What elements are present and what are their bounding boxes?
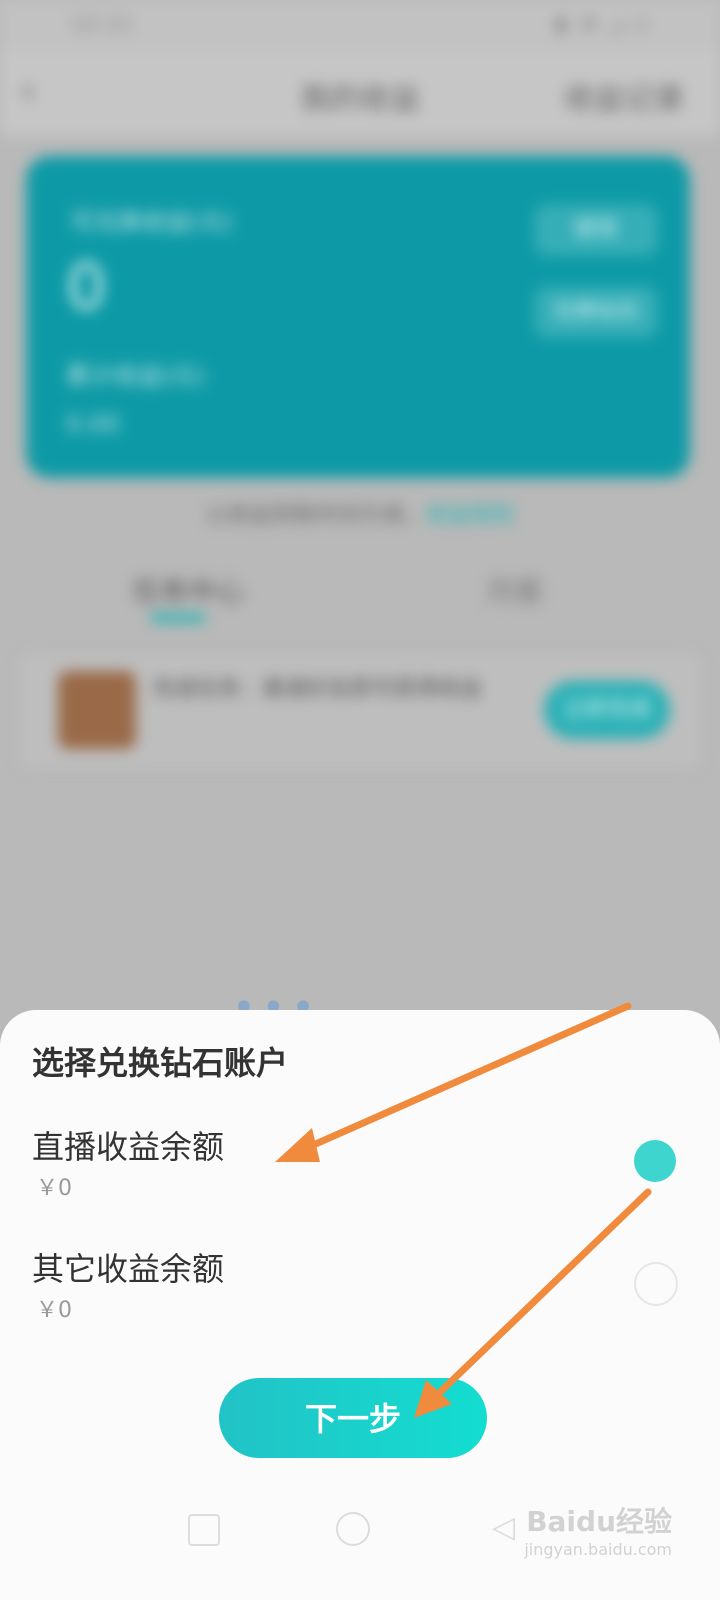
total-income-label: 累计收益(元) (66, 362, 205, 390)
notice-text: 以收益到账时间为准，收益规则 (0, 497, 720, 529)
task-thumbnail (58, 671, 136, 749)
watermark-brand: Baidu经验 (526, 1505, 672, 1538)
option-other-income-value: ￥0 (36, 1298, 72, 1323)
task-action-button[interactable]: 立即完成 (544, 681, 670, 739)
status-indicators: ▮ ◔ ◿ ▯ (554, 12, 650, 37)
status-time: 12:11 (70, 12, 134, 37)
option-other-income-title[interactable]: 其它收益余额 (32, 1244, 224, 1290)
balance-label: 可兑换收益(元) (70, 208, 233, 236)
status-bar: 12:11 ▮ ◔ ◿ ▯ (0, 0, 720, 50)
income-record-link[interactable]: 收益记录 (564, 74, 684, 118)
top-navbar: ‹ 我的收益 收益记录 (0, 50, 720, 136)
back-icon[interactable]: ◁ (492, 1510, 515, 1545)
task-text: 完成任务：邀请好友即可获得收益 (152, 677, 483, 702)
tab-indicator (150, 614, 206, 622)
radio-unselected-other-income[interactable] (634, 1262, 678, 1306)
withdraw-button[interactable]: 提现 (534, 204, 658, 256)
home-icon[interactable] (336, 1512, 370, 1546)
recent-apps-icon[interactable] (188, 1514, 220, 1546)
task-row: 完成任务：邀请好友即可获得收益 立即完成 (20, 655, 700, 767)
option-live-income-title[interactable]: 直播收益余额 (32, 1122, 224, 1168)
balance-card: 可兑换收益(元) 0 累计收益(元) 0.00 提现 兑换钻石 (26, 156, 690, 478)
tab-task-center[interactable]: 任务中心 (132, 570, 244, 610)
sheet-title: 选择兑换钻石账户 (32, 1044, 289, 1082)
next-step-button[interactable]: 下一步 (219, 1378, 487, 1458)
notice-body: 以收益到账时间为准， (205, 503, 426, 528)
watermark-url: jingyan.baidu.com (524, 1540, 672, 1559)
tab-monthly[interactable]: 月报 (486, 570, 542, 610)
rules-link[interactable]: 收益规则 (426, 503, 514, 528)
exchange-diamond-button[interactable]: 兑换钻石 (534, 286, 658, 338)
balance-amount: 0 (66, 251, 107, 325)
total-income-value: 0.00 (66, 410, 120, 438)
radio-selected-live-income[interactable] (634, 1140, 676, 1182)
option-live-income-value: ￥0 (36, 1176, 72, 1201)
